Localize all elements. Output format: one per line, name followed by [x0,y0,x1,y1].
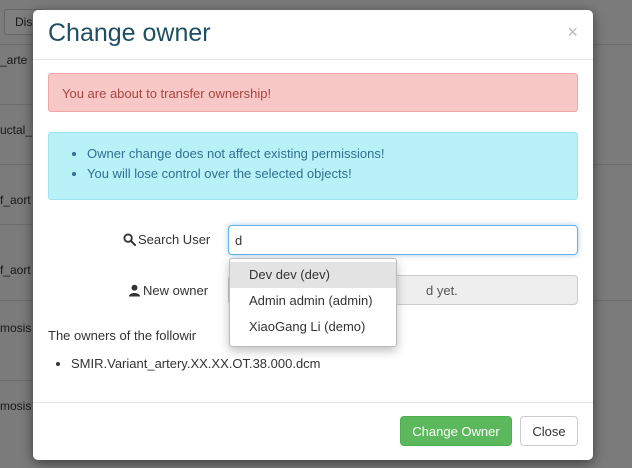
new-owner-placeholder: d yet. [426,283,458,298]
search-user-label: Search User [123,232,210,247]
suggestion-item[interactable]: Dev dev (dev) [230,262,396,288]
info-item: Owner change does not affect existing pe… [87,144,577,164]
new-owner-label: New owner [128,283,208,298]
objects-list: SMIR.Variant_artery.XX.XX.OT.38.000.dcm [71,356,321,371]
search-user-input[interactable] [228,225,578,255]
close-button[interactable]: Close [520,416,578,446]
info-item: You will lose control over the selected … [87,164,577,184]
search-icon [123,233,136,246]
objects-description: The owners of the following obj [48,328,196,343]
info-alert: Owner change does not affect existing pe… [48,132,578,200]
change-owner-modal: Change owner × You are about to transfer… [33,10,593,460]
ownership-warning-alert: You are about to transfer ownership! [48,73,578,112]
object-item: SMIR.Variant_artery.XX.XX.OT.38.000.dcm [71,356,321,371]
new-owner-label-text: New owner [143,283,209,298]
user-icon [128,284,141,297]
modal-title: Change owner [48,19,211,47]
modal-footer: Change Owner Close [33,402,593,460]
suggestion-item[interactable]: XiaoGang Li (demo) [230,314,396,340]
user-suggestions-dropdown: Dev dev (dev) Admin admin (admin) XiaoGa… [229,258,397,347]
search-user-label-text: Search User [138,232,211,247]
close-icon[interactable]: × [567,22,578,43]
modal-header: Change owner × [33,10,593,60]
change-owner-button[interactable]: Change Owner [400,416,512,446]
suggestion-item[interactable]: Admin admin (admin) [230,288,396,314]
